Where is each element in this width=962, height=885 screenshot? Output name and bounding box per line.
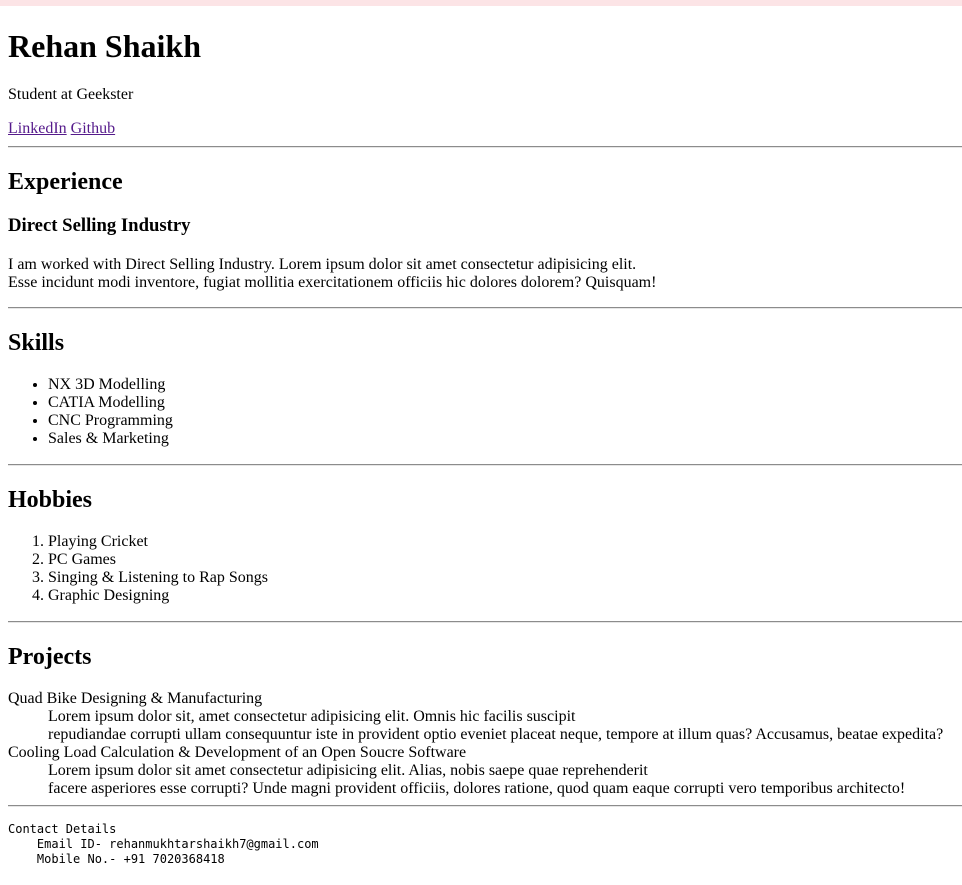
project-line: facere asperiores esse corrupti? Unde ma…: [48, 780, 906, 797]
projects-heading: Projects: [8, 644, 92, 670]
divider: [8, 805, 962, 807]
divider: [8, 146, 962, 148]
top-accent-bar: [0, 0, 962, 6]
list-item: Singing & Listening to Rap Songs: [48, 569, 268, 587]
contact-details: Contact Details Email ID- rehanmukhtarsh…: [8, 822, 319, 867]
experience-heading: Experience: [8, 169, 123, 195]
social-links: LinkedIn Github: [8, 120, 115, 138]
contact-mobile: Mobile No.- +91 7020368418: [8, 852, 225, 866]
experience-line-1: I am worked with Direct Selling Industry…: [8, 256, 637, 273]
hobbies-heading: Hobbies: [8, 487, 93, 513]
skills-heading: Skills: [8, 330, 65, 356]
list-item: Sales & Marketing: [48, 430, 173, 448]
project-title: Quad Bike Designing & Manufacturing: [8, 690, 263, 707]
projects-list: Quad Bike Designing & Manufacturing Lore…: [8, 690, 943, 798]
contact-heading: Contact Details: [8, 822, 117, 836]
list-item: Graphic Designing: [48, 587, 268, 605]
divider: [8, 307, 962, 309]
linkedin-link[interactable]: LinkedIn: [8, 120, 67, 137]
hobbies-list: Playing Cricket PC Games Singing & Liste…: [8, 533, 268, 605]
experience-line-2: Esse incidunt modi inventore, fugiat mol…: [8, 274, 657, 291]
list-item: PC Games: [48, 551, 268, 569]
list-item: CNC Programming: [48, 412, 173, 430]
github-link[interactable]: Github: [71, 120, 115, 137]
divider: [8, 464, 962, 466]
project-line: Lorem ipsum dolor sit, amet consectetur …: [48, 708, 576, 725]
list-item: NX 3D Modelling: [48, 376, 173, 394]
project-description: Lorem ipsum dolor sit amet consectetur a…: [48, 762, 943, 798]
project-line: repudiandae corrupti ullam consequuntur …: [48, 726, 944, 743]
skills-list: NX 3D Modelling CATIA Modelling CNC Prog…: [8, 376, 173, 448]
page-title: Rehan Shaikh: [8, 28, 201, 64]
contact-email: Email ID- rehanmukhtarshaikh7@gmail.com: [8, 837, 319, 851]
project-line: Lorem ipsum dolor sit amet consectetur a…: [48, 762, 648, 779]
subtitle: Student at Geekster: [8, 86, 134, 103]
project-description: Lorem ipsum dolor sit, amet consectetur …: [48, 708, 943, 744]
experience-role: Direct Selling Industry: [8, 215, 191, 236]
list-item: Playing Cricket: [48, 533, 268, 551]
experience-description: I am worked with Direct Selling Industry…: [8, 256, 656, 292]
project-title: Cooling Load Calculation & Development o…: [8, 744, 467, 761]
divider: [8, 621, 962, 623]
list-item: CATIA Modelling: [48, 394, 173, 412]
